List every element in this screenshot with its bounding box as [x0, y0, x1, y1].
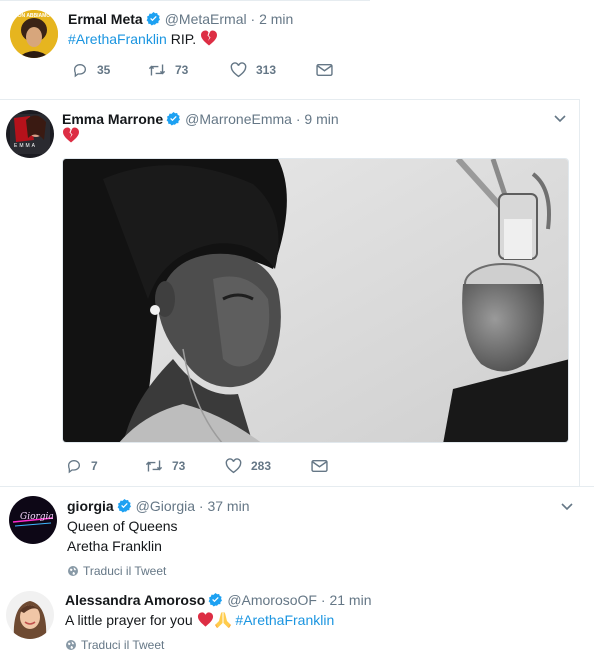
tweet-header-alessandra: Alessandra Amoroso @AmorosoOF · 21 min: [65, 591, 371, 609]
tweet-actions-emma: 7 73 283: [66, 458, 328, 474]
tweet-text-emma: [62, 126, 80, 146]
author-handle[interactable]: @MetaErmal: [165, 11, 247, 27]
avatar-emma-marrone[interactable]: EMMA: [6, 110, 54, 158]
hashtag-link[interactable]: #ArethaFranklin: [68, 31, 167, 47]
translate-tweet-link[interactable]: Traduci il Tweet: [65, 638, 164, 652]
broken-heart-emoji: [201, 30, 218, 46]
like-count: 283: [251, 459, 272, 473]
tweet-photo[interactable]: [62, 158, 569, 443]
tweet-border-right: [579, 100, 580, 486]
separator-dot: ·: [295, 111, 301, 127]
tweet-text-line-2: Aretha Franklin: [67, 538, 162, 554]
avatar-giorgia[interactable]: Giorgia: [9, 496, 57, 544]
retweet-count: 73: [172, 459, 186, 473]
reply-count: 35: [97, 63, 111, 77]
tweet-text-plain: RIP.: [166, 31, 197, 47]
like-button[interactable]: 283: [225, 458, 311, 474]
reply-button[interactable]: 35: [72, 62, 148, 78]
tweet-actions-ermal: 35 73 313: [72, 62, 333, 78]
separator-dot: ·: [320, 592, 326, 608]
reply-button[interactable]: 7: [66, 458, 145, 474]
like-icon: [230, 62, 247, 78]
direct-message-icon: [316, 63, 333, 77]
verified-badge-icon: [117, 498, 131, 513]
top-divider: [0, 0, 370, 1]
photo-image: [63, 159, 568, 442]
retweet-button[interactable]: 73: [145, 458, 225, 474]
like-button[interactable]: 313: [230, 62, 316, 78]
direct-message-button[interactable]: [311, 459, 328, 473]
author-name[interactable]: giorgia: [67, 498, 114, 514]
tweet-header-emma: Emma Marrone @MarroneEmma · 9 min: [62, 110, 339, 128]
tweet-timestamp[interactable]: 37 min: [207, 498, 249, 514]
author-name[interactable]: Ermal Meta: [68, 11, 143, 27]
globe-icon: [66, 640, 76, 650]
author-handle[interactable]: @Giorgia: [136, 498, 195, 514]
avatar-ermal-meta[interactable]: NON ABBIAMO: [10, 10, 58, 58]
separator-dot: ·: [198, 498, 204, 514]
author-handle[interactable]: @MarroneEmma: [185, 111, 292, 127]
tweet-timestamp[interactable]: 9 min: [304, 111, 338, 127]
translate-tweet-link[interactable]: Traduci il Tweet: [67, 564, 166, 578]
tweet-text-ermal: #ArethaFranklin RIP.: [68, 29, 218, 49]
tweet-text-alessandra: A little prayer for you #ArethaFranklin: [65, 610, 334, 630]
avatar-emma-caption: EMMA: [14, 143, 37, 149]
author-name[interactable]: Alessandra Amoroso: [65, 592, 205, 608]
author-name[interactable]: Emma Marrone: [62, 111, 163, 127]
globe-icon: [68, 566, 78, 576]
reply-icon: [73, 63, 87, 78]
avatar-alessandra-image: [6, 591, 54, 639]
chevron-down-icon[interactable]: [560, 500, 574, 514]
chevron-down-icon[interactable]: [553, 112, 567, 126]
broken-heart-emoji: [63, 127, 79, 143]
direct-message-button[interactable]: [316, 63, 333, 77]
translate-label: Traduci il Tweet: [83, 564, 167, 578]
tweet-text-plain: A little prayer for you: [65, 612, 197, 628]
verified-badge-icon: [166, 111, 181, 126]
author-handle[interactable]: @AmorosoOF: [227, 592, 317, 608]
avatar-alessandra-amoroso[interactable]: [6, 591, 54, 639]
hashtag-link[interactable]: #ArethaFranklin: [235, 612, 334, 628]
tweet-header-ermal: Ermal Meta @MetaErmal · 2 min: [68, 10, 293, 28]
verified-badge-icon: [208, 592, 223, 607]
separator-dot: ·: [250, 11, 256, 27]
retweet-button[interactable]: 73: [148, 62, 230, 78]
direct-message-icon: [311, 459, 328, 473]
avatar-giorgia-caption: Giorgia: [20, 512, 54, 522]
tweet-header-giorgia: giorgia @Giorgia · 37 min: [67, 497, 250, 515]
tweet-text-line-1: Queen of Queens: [67, 518, 178, 534]
praying-hands-emoji: [214, 612, 231, 628]
verified-badge-icon: [146, 11, 160, 26]
reply-count: 7: [91, 459, 98, 473]
like-icon: [225, 458, 242, 474]
tweet-divider: [0, 486, 594, 487]
red-heart-emoji: [197, 612, 213, 627]
retweet-icon: [148, 64, 166, 76]
tweet-timestamp[interactable]: 21 min: [329, 592, 371, 608]
translate-label: Traduci il Tweet: [81, 638, 165, 652]
tweet-divider: [0, 99, 580, 100]
tweet-timestamp[interactable]: 2 min: [259, 11, 293, 27]
avatar-emma-image: [6, 110, 54, 158]
like-count: 313: [256, 63, 277, 77]
reply-icon: [67, 459, 81, 474]
avatar-ermal-caption: NON ABBIAMO: [14, 13, 51, 19]
retweet-icon: [145, 460, 163, 472]
retweet-count: 73: [175, 63, 189, 77]
